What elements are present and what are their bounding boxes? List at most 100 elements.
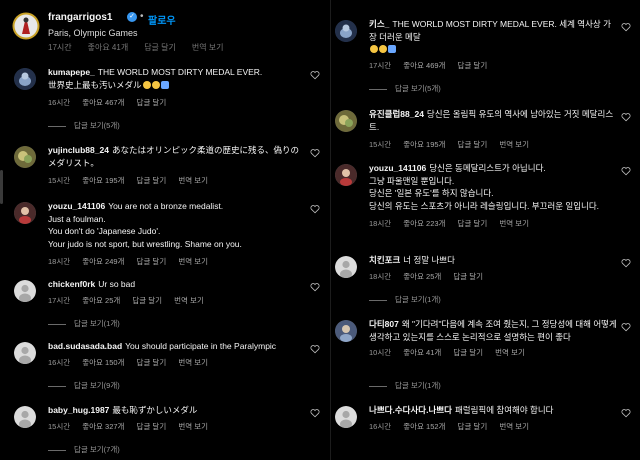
heart-outline-icon[interactable] bbox=[310, 344, 320, 354]
view-replies-link[interactable]: 답글 보기(7개) bbox=[48, 444, 120, 455]
translate-button[interactable]: 번역 보기 bbox=[174, 296, 204, 305]
reply-button[interactable]: 답글 달기 bbox=[453, 272, 483, 281]
heart-outline-icon[interactable] bbox=[621, 22, 631, 32]
view-replies-link[interactable]: 답글 보기(5개) bbox=[369, 83, 441, 94]
right-panel: 키스_ THE WORLD MOST DIRTY MEDAL EVER. 세계 역… bbox=[331, 0, 640, 460]
comment-time[interactable]: 15시간 bbox=[369, 140, 391, 149]
commenter-avatar[interactable] bbox=[14, 342, 36, 364]
reply-button[interactable]: 답글 달기 bbox=[137, 176, 167, 185]
comment-username[interactable]: yujinclub88_24 bbox=[48, 145, 109, 155]
follow-button[interactable]: 팔로우 bbox=[148, 12, 176, 27]
comment-likes[interactable]: 좋아요 467개 bbox=[82, 98, 124, 107]
comment-time[interactable]: 16시간 bbox=[48, 358, 70, 367]
comment-likes[interactable]: 좋아요 223개 bbox=[403, 219, 445, 228]
comment-meta: 10시간 좋아요 41개 답글 달기 번역 보기 bbox=[369, 347, 617, 360]
commenter-avatar[interactable] bbox=[14, 280, 36, 302]
comment-meta: 18시간 좋아요 249개 답글 달기 번역 보기 bbox=[48, 256, 306, 269]
comment-likes[interactable]: 좋아요 25개 bbox=[82, 296, 120, 305]
commenter-avatar[interactable] bbox=[335, 110, 357, 132]
comment-time[interactable]: 17시간 bbox=[48, 296, 70, 305]
comment-time[interactable]: 16시간 bbox=[369, 422, 391, 431]
comment-username[interactable]: youzu_141106 bbox=[369, 163, 426, 173]
comment-username[interactable]: 다티807 bbox=[369, 319, 399, 329]
commenter-avatar[interactable] bbox=[14, 68, 36, 90]
comment-likes[interactable]: 좋아요 41개 bbox=[403, 348, 441, 357]
commenter-avatar[interactable] bbox=[14, 146, 36, 168]
heart-outline-icon[interactable] bbox=[621, 112, 631, 122]
view-replies-link[interactable]: 답글 보기(5개) bbox=[48, 120, 120, 131]
translate-button[interactable]: 번역 보기 bbox=[499, 219, 529, 228]
translate-button[interactable]: 번역 보기 bbox=[178, 358, 208, 367]
reply-button[interactable]: 답글 달기 bbox=[132, 296, 162, 305]
reply-button[interactable]: 답글 달기 bbox=[137, 98, 167, 107]
comment-item: 키스_ THE WORLD MOST DIRTY MEDAL EVER. 세계 역… bbox=[335, 18, 635, 98]
comment-username[interactable]: youzu_141106 bbox=[48, 201, 105, 211]
commenter-avatar[interactable] bbox=[335, 320, 357, 342]
heart-outline-icon[interactable] bbox=[621, 166, 631, 176]
comment-likes[interactable]: 좋아요 327개 bbox=[82, 422, 124, 431]
comment-time[interactable]: 18시간 bbox=[369, 219, 391, 228]
comment-username[interactable]: 유진클럽88_24 bbox=[369, 109, 424, 119]
comment-username[interactable]: 키스_ bbox=[369, 19, 389, 29]
comment-username[interactable]: kumapepe_ bbox=[48, 67, 95, 77]
comment-time[interactable]: 15시간 bbox=[48, 422, 70, 431]
scroll-indicator[interactable] bbox=[0, 170, 3, 204]
comment-time[interactable]: 16시간 bbox=[48, 98, 70, 107]
comment-username[interactable]: bad.sudasada.bad bbox=[48, 341, 122, 351]
view-replies-link[interactable]: 답글 보기(1개) bbox=[369, 294, 441, 305]
reply-button[interactable]: 답글 달기 bbox=[137, 422, 167, 431]
reply-button[interactable]: 답글 달기 bbox=[137, 257, 167, 266]
comment-likes[interactable]: 좋아요 152개 bbox=[403, 422, 445, 431]
heart-outline-icon[interactable] bbox=[621, 322, 631, 332]
commenter-avatar[interactable] bbox=[335, 164, 357, 186]
heart-outline-icon[interactable] bbox=[621, 408, 631, 418]
commenter-avatar[interactable] bbox=[335, 406, 357, 428]
post-username[interactable]: frangarrigos1 bbox=[48, 12, 112, 23]
view-replies-link[interactable]: 답글 보기(1개) bbox=[369, 380, 441, 391]
comment-likes[interactable]: 좋아요 25개 bbox=[403, 272, 441, 281]
reply-button[interactable]: 답글 달기 bbox=[137, 358, 167, 367]
comment-time[interactable]: 18시간 bbox=[369, 272, 391, 281]
heart-outline-icon[interactable] bbox=[310, 204, 320, 214]
comment-time[interactable]: 17시간 bbox=[369, 61, 391, 70]
commenter-avatar[interactable] bbox=[335, 256, 357, 278]
comment-likes[interactable]: 좋아요 195개 bbox=[403, 140, 445, 149]
comment-time[interactable]: 18시간 bbox=[48, 257, 70, 266]
commenter-avatar[interactable] bbox=[335, 20, 357, 42]
heart-outline-icon[interactable] bbox=[310, 282, 320, 292]
comment-time[interactable]: 15시간 bbox=[48, 176, 70, 185]
profile-avatar[interactable] bbox=[12, 12, 40, 40]
weary-emoji-icon bbox=[379, 45, 387, 53]
post-location[interactable]: Paris, Olympic Games bbox=[48, 28, 138, 38]
heart-outline-icon[interactable] bbox=[310, 70, 320, 80]
translate-button[interactable]: 번역 보기 bbox=[178, 176, 208, 185]
reply-button[interactable]: 답글 달기 bbox=[458, 140, 488, 149]
comment-likes[interactable]: 좋아요 195개 bbox=[82, 176, 124, 185]
translate-button[interactable]: 번역 보기 bbox=[495, 348, 525, 357]
comment-time[interactable]: 10시간 bbox=[369, 348, 391, 357]
comment-username[interactable]: baby_hug.1987 bbox=[48, 405, 109, 415]
commenter-avatar[interactable] bbox=[14, 406, 36, 428]
heart-outline-icon[interactable] bbox=[310, 408, 320, 418]
reply-button[interactable]: 답글 달기 bbox=[458, 61, 488, 70]
view-replies-link[interactable]: 답글 보기(9개) bbox=[48, 380, 120, 391]
heart-outline-icon[interactable] bbox=[621, 258, 631, 268]
comment-likes[interactable]: 좋아요 249개 bbox=[82, 257, 124, 266]
commenter-avatar[interactable] bbox=[14, 202, 36, 224]
view-replies-link[interactable]: 답글 보기(1개) bbox=[48, 318, 120, 329]
comment-username[interactable]: 치킨포크 bbox=[369, 255, 400, 265]
reply-button[interactable]: 답글 달기 bbox=[458, 219, 488, 228]
comment-likes[interactable]: 좋아요 469개 bbox=[403, 61, 445, 70]
translate-button[interactable]: 번역 보기 bbox=[178, 422, 208, 431]
translate-button[interactable]: 번역 보기 bbox=[499, 140, 529, 149]
translate-button[interactable]: 번역 보기 bbox=[499, 422, 529, 431]
comment-item: 유진클럽88_24 당신은 올림픽 유도의 역사에 남아있는 거짓 메달리스트. … bbox=[335, 108, 635, 158]
replies-divider bbox=[48, 125, 66, 127]
comment-username[interactable]: 나쁘다.수다사다.나쁘다 bbox=[369, 405, 452, 415]
comment-username[interactable]: chickenf0rk bbox=[48, 279, 95, 289]
reply-button[interactable]: 답글 달기 bbox=[453, 348, 483, 357]
translate-button[interactable]: 번역 보기 bbox=[178, 257, 208, 266]
heart-outline-icon[interactable] bbox=[310, 148, 320, 158]
comment-likes[interactable]: 좋아요 150개 bbox=[82, 358, 124, 367]
reply-button[interactable]: 답글 달기 bbox=[458, 422, 488, 431]
